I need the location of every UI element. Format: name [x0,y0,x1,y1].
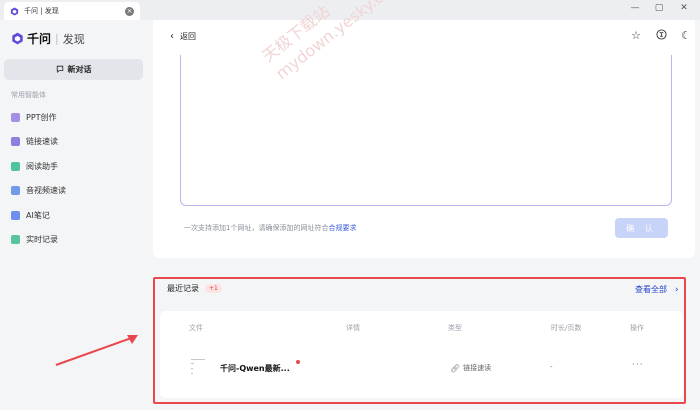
sidebar-item-link-read[interactable]: 链接速读 [11,130,66,155]
ai-notes-icon [11,210,20,220]
highlight-frame [153,277,686,404]
confirm-button[interactable]: 确 认 [615,218,668,238]
sidebar-item-label: 阅读助手 [26,161,58,171]
link-input-panel: ‹ 返回 ☆ ☾ 一次支持添加1个网址，请确保添加的网址符合合规要求 确 认 [153,20,695,258]
hint-text: 一次支持添加1个网址，请确保添加的网址符合 [184,224,329,232]
link-read-icon [11,137,20,147]
new-chat-label: 新对话 [67,65,92,74]
back-label: 返回 [180,32,196,41]
annotation-arrow-icon [55,335,138,366]
ppt-icon [11,112,20,122]
tab-title: 千问 | 发现 [24,7,59,15]
sidebar-item-label: AI笔记 [26,210,50,220]
tab-close-icon[interactable]: × [125,6,134,16]
qwen-logo-icon [10,6,19,16]
main-content: ‹ 返回 ☆ ☾ 一次支持添加1个网址，请确保添加的网址符合合规要求 确 认 天… [148,0,700,410]
chevron-left-icon: ‹ [170,31,174,42]
browser-tab[interactable]: 千问 | 发现 × [4,2,140,20]
back-button[interactable]: ‹ 返回 [170,31,196,42]
chat-bubble-icon [56,65,64,75]
star-icon[interactable]: ☆ [629,29,643,42]
brand-name: 千问 [27,32,52,46]
sidebar-item-realtime-record[interactable]: 实时记录 [11,228,66,253]
compliance-link[interactable]: 合规要求 [328,224,356,232]
agent-list: PPT创作 链接速读 阅读助手 音视频速读 AI笔记 实时记录 [11,105,66,252]
sidebar-item-label: 实时记录 [26,235,58,245]
window-close-icon[interactable]: ✕ [677,3,691,13]
qwen-brand-logo-icon [11,32,24,45]
realtime-record-icon [11,235,20,245]
brand-separator: | [55,32,59,45]
reading-assistant-icon [11,161,20,171]
sidebar-item-ai-notes[interactable]: AI笔记 [11,203,66,228]
sidebar-item-reading-assistant[interactable]: 阅读助手 [11,154,66,179]
maximize-icon[interactable]: ▢ [652,3,666,13]
sidebar-item-ppt[interactable]: PPT创作 [11,105,66,130]
audio-video-icon [11,186,20,196]
agents-section-label: 常用智能体 [11,91,46,99]
sidebar-item-label: 音视频速读 [26,186,66,196]
input-hint: 一次支持添加1个网址，请确保添加的网址符合合规要求 [184,223,356,233]
minimize-icon[interactable]: — [628,3,642,13]
sidebar-item-label: PPT创作 [26,112,57,122]
brand-section: 发现 [62,32,85,46]
url-input-box[interactable] [180,55,672,206]
translate-icon[interactable] [654,29,668,43]
new-chat-button[interactable]: 新对话 [4,59,143,80]
brand-header: 千问 | 发现 [11,30,85,47]
sidebar-item-audio-video[interactable]: 音视频速读 [11,179,66,204]
sidebar-item-label: 链接速读 [26,137,58,147]
moon-icon[interactable]: ☾ [679,29,693,42]
